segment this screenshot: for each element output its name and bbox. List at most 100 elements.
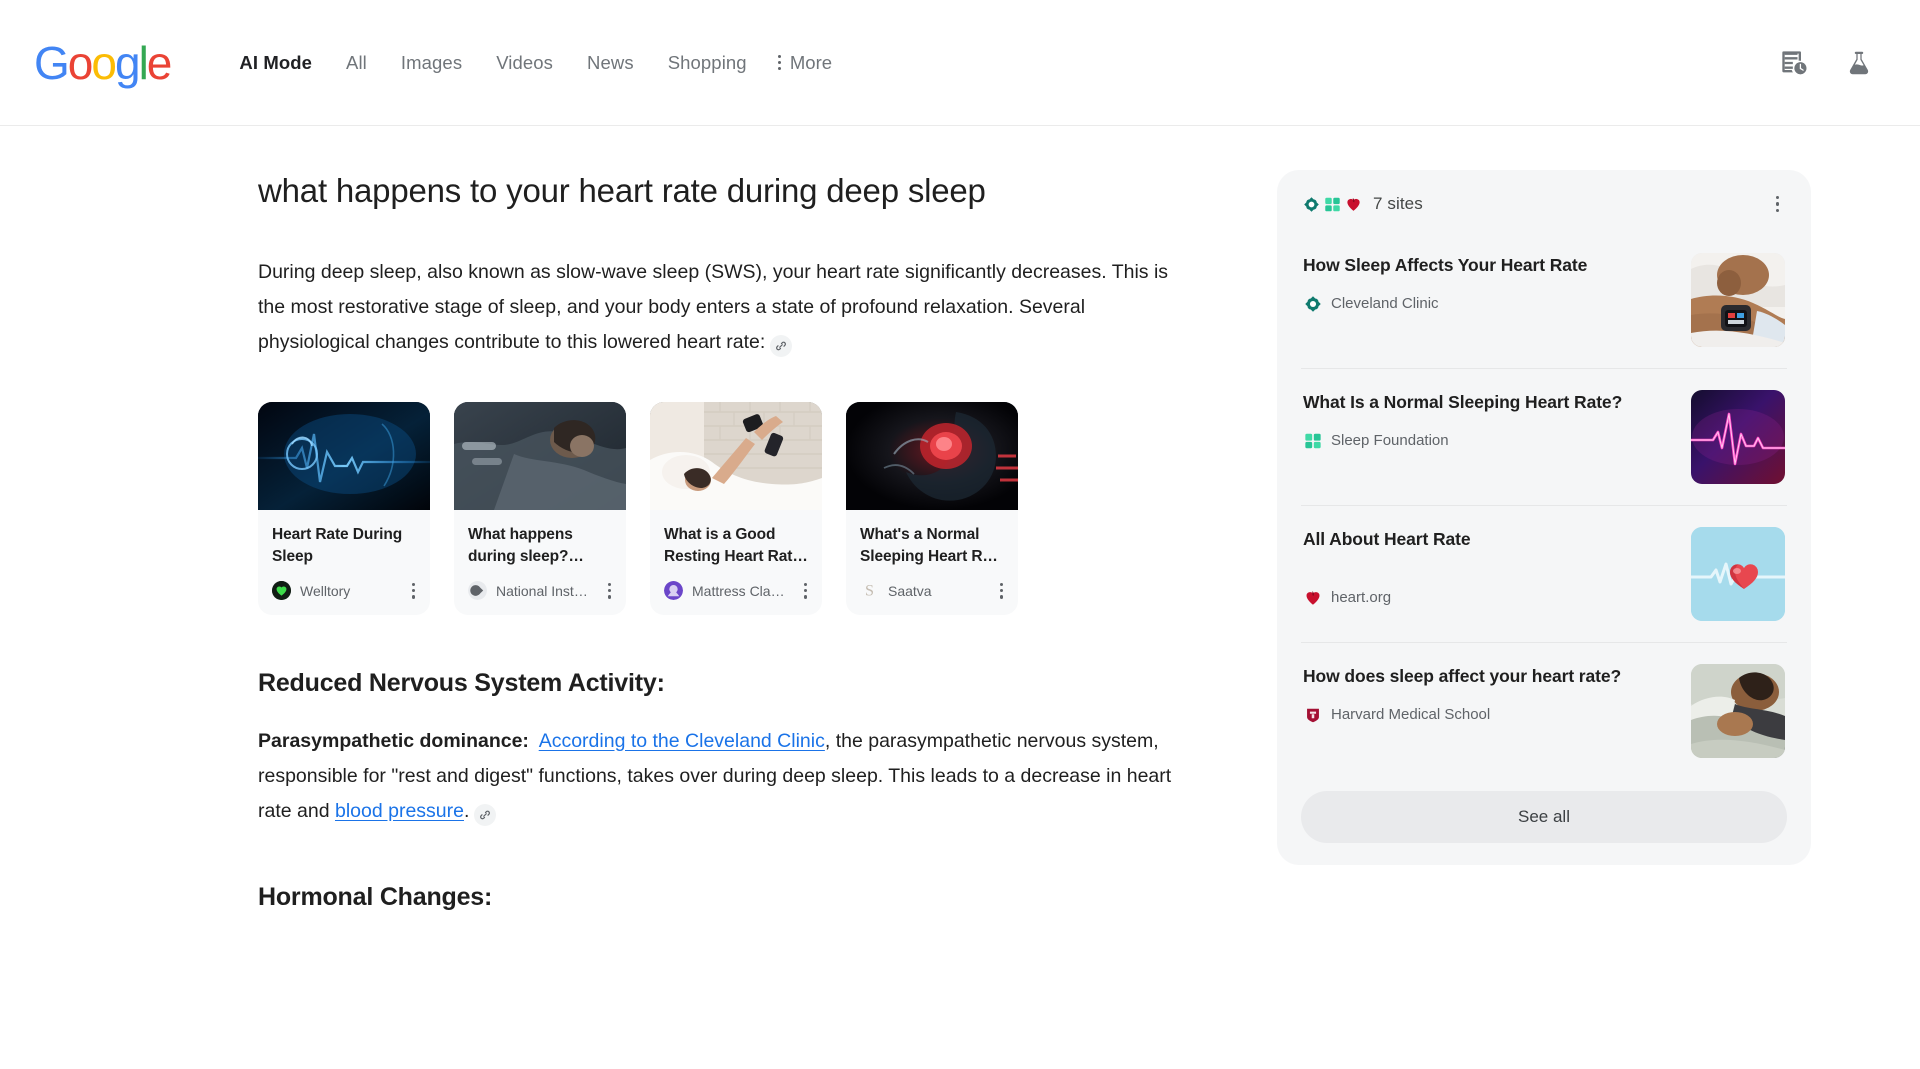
card-more-options-icon[interactable] <box>801 581 810 601</box>
nav-tab-ai-mode[interactable]: AI Mode <box>222 52 329 74</box>
intro-paragraph: During deep sleep, also known as slow-wa… <box>258 255 1188 360</box>
source-item-title: All About Heart Rate <box>1303 529 1471 550</box>
section-heading-nervous-system: Reduced Nervous System Activity: <box>258 668 665 697</box>
card-source-name: Saatva <box>888 582 932 599</box>
logo-letter-e: e <box>146 36 173 89</box>
card-body: What is a Good Resting Heart Rat… <box>650 510 822 567</box>
source-item-site: Harvard Medical School <box>1331 706 1491 724</box>
nav-tab-shopping[interactable]: Shopping <box>651 52 764 74</box>
source-item-text: All About Heart Rate heart.org <box>1303 527 1675 607</box>
svg-text:S: S <box>865 583 874 600</box>
top-header: Google AI Mode All Images Videos News Sh… <box>0 0 1920 126</box>
source-item-title: What Is a Normal Sleeping Heart Rate? <box>1303 392 1623 413</box>
nav-tab-all[interactable]: All <box>329 52 384 74</box>
card-more-options-icon[interactable] <box>605 581 614 601</box>
source-item-text: How Sleep Affects Your Heart Rate Clevel… <box>1303 253 1675 313</box>
logo-letter-g: g <box>114 36 141 89</box>
paragraph-lead-label: Parasympathetic dominance: <box>258 729 529 752</box>
source-item-meta: heart.org <box>1303 588 1675 607</box>
source-list-item[interactable]: How does sleep affect your heart rate? H… <box>1301 642 1787 779</box>
blood-pressure-link[interactable]: blood pressure <box>335 800 464 822</box>
header-actions <box>1780 48 1888 78</box>
answer-column: what happens to your heart rate during d… <box>258 170 1203 1068</box>
source-item-site: Cleveland Clinic <box>1331 295 1439 313</box>
source-card[interactable]: What happens during sleep?… National Ins… <box>454 402 626 615</box>
nih-favicon <box>468 581 487 601</box>
source-item-site: heart.org <box>1331 589 1392 607</box>
google-logo[interactable]: Google <box>34 36 173 89</box>
section-paragraph-nervous-system: Parasympathetic dominance: According to … <box>258 724 1188 829</box>
source-item-meta: Sleep Foundation <box>1303 431 1675 450</box>
source-item-site: Sleep Foundation <box>1331 432 1449 450</box>
card-footer: Mattress Cla… <box>650 567 822 615</box>
nav-more-button[interactable]: More <box>764 52 832 74</box>
logo-letter-G: G <box>34 36 70 89</box>
card-title: What's a Normal Sleeping Heart R… <box>860 526 998 565</box>
harvard-favicon <box>1303 705 1322 724</box>
card-more-options-icon[interactable] <box>409 581 418 601</box>
section-heading-hormonal-changes: Hormonal Changes: <box>258 882 493 911</box>
source-card[interactable]: What's a Normal Sleeping Heart R… S Saat… <box>846 402 1018 615</box>
sleep-foundation-favicon <box>1303 431 1322 450</box>
source-list-item[interactable]: All About Heart Rate heart.org <box>1301 505 1787 642</box>
sources-more-options-icon[interactable] <box>1770 192 1785 216</box>
cleveland-clinic-link[interactable]: According to the Cleveland Clinic <box>539 730 825 752</box>
card-footer: National Inst… <box>454 567 626 615</box>
card-source-name: Mattress Cla… <box>692 582 785 599</box>
logo-letter-o1: o <box>67 36 94 89</box>
source-item-title: How Sleep Affects Your Heart Rate <box>1303 255 1588 276</box>
source-item-thumbnail <box>1691 527 1785 622</box>
source-item-title: How does sleep affect your heart rate? <box>1303 666 1622 687</box>
page-body: what happens to your heart rate during d… <box>0 126 1920 1068</box>
nav-tab-news[interactable]: News <box>570 52 651 74</box>
heart-org-favicon <box>1345 196 1362 213</box>
citation-link-icon[interactable] <box>474 803 497 826</box>
nav-more-label: More <box>789 51 833 73</box>
card-thumbnail-image <box>846 402 1018 511</box>
saatva-favicon: S <box>860 581 879 600</box>
card-thumbnail-image <box>258 402 430 511</box>
card-title: Heart Rate During Sleep <box>272 526 403 565</box>
mattress-clarity-favicon <box>664 581 683 601</box>
card-source-name: National Inst… <box>496 582 588 599</box>
logo-letter-l: l <box>138 36 149 89</box>
source-card[interactable]: Heart Rate During Sleep Welltory <box>258 402 430 615</box>
source-item-thumbnail <box>1691 664 1785 759</box>
cleveland-clinic-favicon <box>1303 196 1320 213</box>
source-item-meta: Harvard Medical School <box>1303 705 1675 724</box>
sources-panel: 7 sites How Sleep Affects Your Heart Rat… <box>1277 170 1811 866</box>
source-list-item[interactable]: What Is a Normal Sleeping Heart Rate? Sl… <box>1301 368 1787 505</box>
sources-panel-header: 7 sites <box>1301 190 1787 232</box>
card-title: What is a Good Resting Heart Rat… <box>664 526 808 565</box>
card-more-options-icon[interactable] <box>997 581 1006 601</box>
source-item-text: How does sleep affect your heart rate? H… <box>1303 664 1675 724</box>
search-history-icon[interactable] <box>1780 49 1808 77</box>
source-card[interactable]: What is a Good Resting Heart Rat… Mattre… <box>650 402 822 615</box>
card-footer: S Saatva <box>846 567 1018 615</box>
heart-org-favicon <box>1303 588 1322 607</box>
citation-link-icon[interactable] <box>770 335 793 358</box>
nav-tab-images[interactable]: Images <box>384 52 479 74</box>
favicon-stack <box>1303 196 1362 213</box>
welltory-favicon <box>272 581 291 601</box>
card-thumbnail-image <box>650 402 822 511</box>
card-title: What happens during sleep?… <box>468 526 584 565</box>
labs-flask-icon[interactable] <box>1844 48 1874 78</box>
see-all-button[interactable]: See all <box>1301 791 1787 844</box>
primary-nav: AI Mode All Images Videos News Shopping … <box>222 52 832 74</box>
cleveland-clinic-favicon <box>1303 294 1322 313</box>
card-footer: Welltory <box>258 567 430 615</box>
card-body: What happens during sleep?… <box>454 510 626 567</box>
sites-count-label: 7 sites <box>1373 194 1423 214</box>
source-item-text: What Is a Normal Sleeping Heart Rate? Sl… <box>1303 390 1675 450</box>
page-title: what happens to your heart rate during d… <box>258 172 986 209</box>
logo-letter-o2: o <box>91 36 117 89</box>
nav-tab-videos[interactable]: Videos <box>479 52 570 74</box>
sleep-foundation-favicon <box>1324 196 1341 213</box>
source-card-carousel[interactable]: Heart Rate During Sleep Welltory What ha… <box>258 402 1203 615</box>
more-vertical-icon <box>777 55 781 70</box>
source-list-item[interactable]: How Sleep Affects Your Heart Rate Clevel… <box>1301 232 1787 368</box>
card-source-name: Welltory <box>300 582 351 599</box>
source-item-meta: Cleveland Clinic <box>1303 294 1675 313</box>
intro-paragraph-text: During deep sleep, also known as slow-wa… <box>258 261 1169 354</box>
